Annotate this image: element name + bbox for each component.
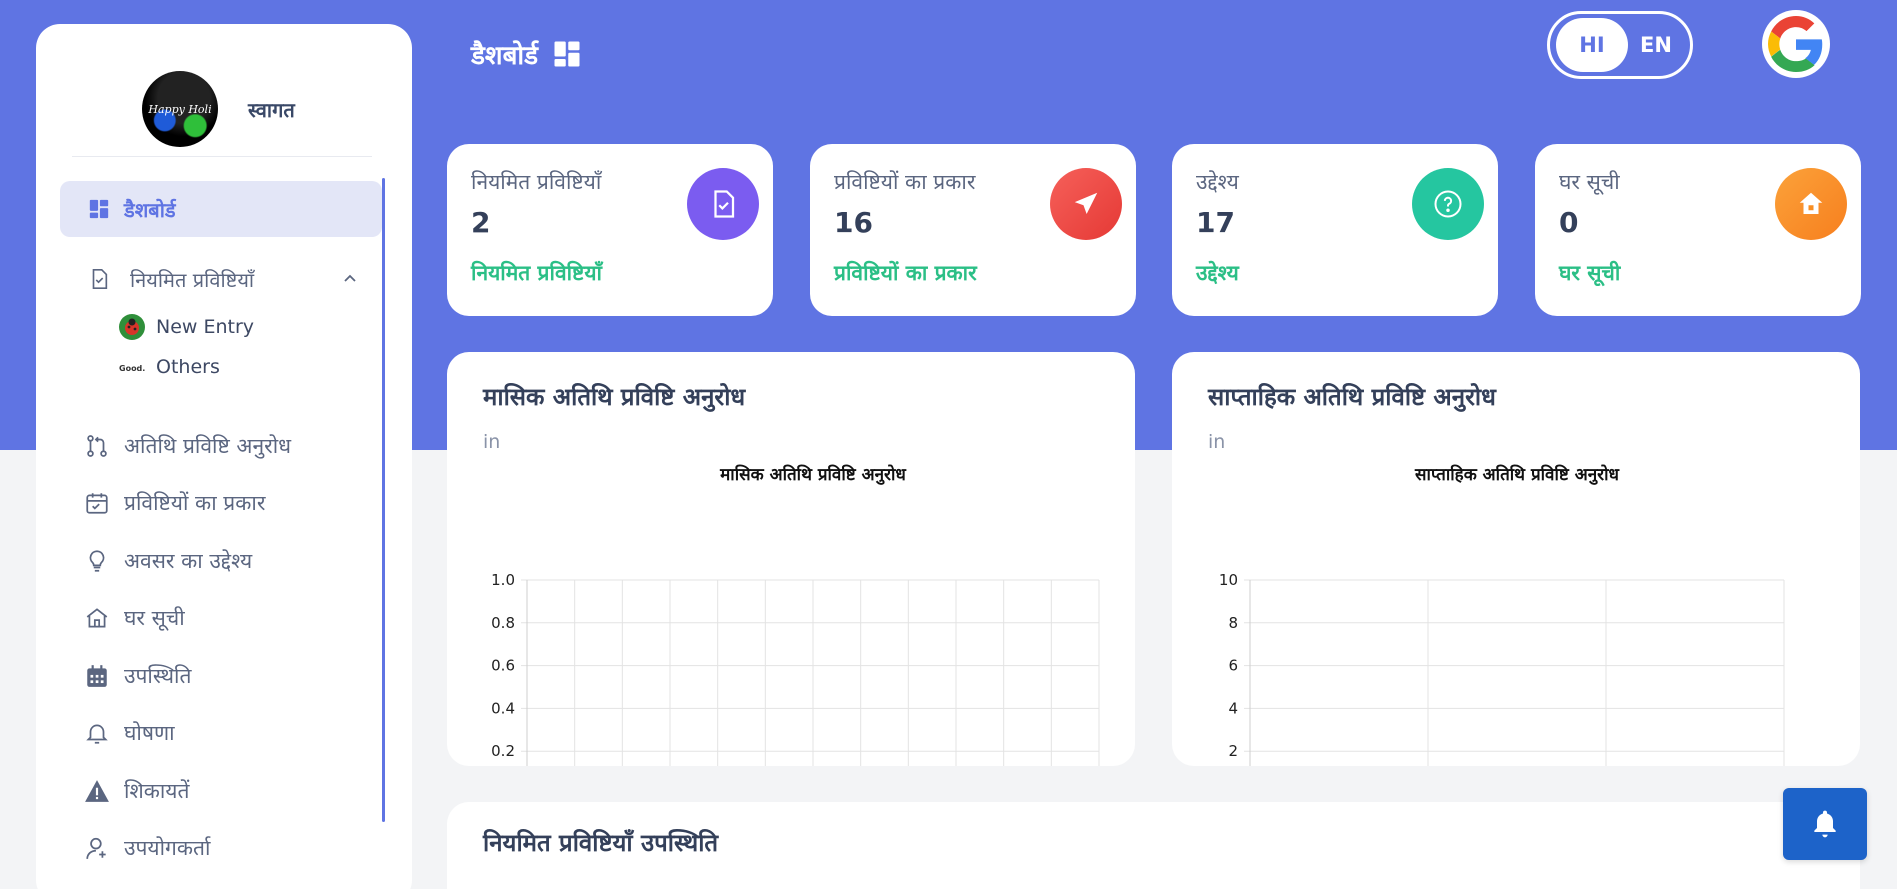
sidebar-item-label: शिकायतें <box>124 778 190 803</box>
sidebar-item-label: घोषणा <box>124 721 175 746</box>
y-tick-label: 0.4 <box>491 699 515 717</box>
monthly-chart-card: मासिक अतिथि प्रविष्टि अनुरोध in मासिक अत… <box>447 352 1135 766</box>
stat-footer-link[interactable]: उद्देश्य <box>1196 259 1474 287</box>
google-icon <box>1768 16 1823 72</box>
monthly-line-chart: मासिक अतिथि प्रविष्टि अनुरोध00.20.40.60.… <box>491 464 1100 766</box>
chevron-up-icon[interactable] <box>342 271 358 287</box>
weekly-chart-card: साप्ताहिक अतिथि प्रविष्टि अनुरोध in साप्… <box>1172 352 1860 766</box>
good-logo-icon: Good. <box>119 364 145 373</box>
profile: Happy Holi स्वागत <box>142 70 412 148</box>
sidebar-item-dashboard[interactable]: डैशबोर्ड <box>60 181 382 237</box>
page-title: डैशबोर्ड <box>471 36 582 72</box>
sidebar-scrollbar[interactable] <box>382 178 385 822</box>
y-tick-label: 4 <box>1228 699 1238 717</box>
avatar-caption: Happy Holi <box>148 102 212 116</box>
sidebar-subitem-new-entry[interactable]: New Entry <box>118 307 412 347</box>
chart-title: मासिक अतिथि प्रविष्टि अनुरोध <box>719 464 907 485</box>
sidebar-item-label: अतिथि प्रविष्टि अनुरोध <box>124 433 292 458</box>
sidebar-item-complaints[interactable]: शिकायतें <box>84 762 412 820</box>
attendance-card: नियमित प्रविष्टियाँ उपस्थिति <box>447 802 1860 889</box>
avatar[interactable]: Happy Holi <box>142 71 218 147</box>
dashboard-icon <box>554 41 580 67</box>
sidebar-item-attendance[interactable]: उपस्थिति <box>84 647 412 705</box>
language-hi-option[interactable]: HI <box>1556 18 1628 72</box>
send-icon <box>1074 192 1098 214</box>
sidebar-item-label: डैशबोर्ड <box>124 197 176 222</box>
stat-card-purposes[interactable]: उद्देश्य 17 उद्देश्य <box>1172 144 1498 316</box>
stat-card-entry-types[interactable]: प्रविष्टियों का प्रकार 16 प्रविष्टियों क… <box>810 144 1136 316</box>
sidebar-item-house-list[interactable]: घर सूची <box>84 590 412 648</box>
y-tick-label: 0.8 <box>491 614 515 632</box>
question-icon <box>1434 190 1462 218</box>
chart-card-subtitle: in <box>1208 431 1226 453</box>
home-icon <box>86 608 108 628</box>
welcome-text: स्वागत <box>248 97 295 122</box>
google-account-button[interactable] <box>1762 10 1830 78</box>
chart-card-heading: मासिक अतिथि प्रविष्टि अनुरोध <box>483 383 746 411</box>
stat-footer-link[interactable]: प्रविष्टियों का प्रकार <box>834 259 1112 287</box>
chart-title: साप्ताहिक अतिथि प्रविष्टि अनुरोध <box>1414 464 1620 485</box>
sidebar-subitem-label: Others <box>156 356 220 378</box>
y-tick-label: 1.0 <box>491 571 515 589</box>
y-tick-label: 2 <box>1228 742 1238 760</box>
lightbulb-icon <box>89 550 105 572</box>
sidebar-item-label: घर सूची <box>124 606 185 631</box>
language-toggle[interactable]: HI EN <box>1547 11 1693 79</box>
y-tick-label: 6 <box>1228 657 1238 675</box>
sub-list: New Entry Good. Others <box>36 307 412 387</box>
stat-footer-link[interactable]: नियमित प्रविष्टियाँ <box>471 259 749 287</box>
sidebar-item-guest-requests[interactable]: अतिथि प्रविष्टि अनुरोध <box>84 417 412 475</box>
document-check-icon <box>92 269 108 289</box>
bell-icon <box>1814 810 1836 838</box>
sidebar-nav: अतिथि प्रविष्टि अनुरोध प्रविष्टियों का प… <box>36 417 412 877</box>
sidebar-item-entry-types[interactable]: प्रविष्टियों का प्रकार <box>84 475 412 533</box>
warning-icon <box>85 779 109 802</box>
sidebar-item-label: प्रविष्टियों का प्रकार <box>124 491 266 516</box>
sidebar-subitem-others[interactable]: Good. Others <box>118 347 412 387</box>
bell-icon <box>86 724 108 744</box>
notification-button[interactable] <box>1783 788 1867 860</box>
chart-card-subtitle: in <box>483 431 501 453</box>
profile-divider <box>72 156 372 157</box>
chart-card-heading: साप्ताहिक अतिथि प्रविष्टि अनुरोध <box>1208 383 1496 411</box>
ladybug-avatar-icon <box>119 314 145 340</box>
calendar-check-icon <box>86 493 108 514</box>
stat-icon-badge <box>1412 168 1484 240</box>
house-icon <box>1799 192 1823 214</box>
stat-card-house-list[interactable]: घर सूची 0 घर सूची <box>1535 144 1861 316</box>
page-title-text: डैशबोर्ड <box>471 41 539 71</box>
sidebar-item-users[interactable]: उपयोगकर्ता <box>84 820 412 878</box>
sidebar-item-label: अवसर का उद्देश्य <box>124 548 253 573</box>
stat-footer-link[interactable]: घर सूची <box>1559 259 1837 287</box>
stat-icon-badge <box>687 168 759 240</box>
language-en-option[interactable]: EN <box>1628 33 1684 57</box>
stat-icon-badge <box>1050 168 1122 240</box>
sidebar: Happy Holi स्वागत डैशबोर्ड नियमित प्रविष… <box>36 24 412 889</box>
document-check-icon <box>714 190 735 218</box>
sidebar-item-announcements[interactable]: घोषणा <box>84 705 412 763</box>
sidebar-group-label: नियमित प्रविष्टियाँ <box>130 267 255 292</box>
y-tick-label: 0.6 <box>491 657 515 675</box>
sidebar-group-regular-entries[interactable]: नियमित प्रविष्टियाँ <box>88 259 382 299</box>
calendar-icon <box>87 664 107 687</box>
y-tick-label: 0.2 <box>491 742 515 760</box>
stat-icon-badge <box>1775 168 1847 240</box>
sidebar-item-occasion-purpose[interactable]: अवसर का उद्देश्य <box>84 532 412 590</box>
y-tick-label: 8 <box>1228 614 1238 632</box>
sidebar-item-label: उपस्थिति <box>124 663 192 688</box>
stat-card-regular-entries[interactable]: नियमित प्रविष्टियाँ 2 नियमित प्रविष्टिया… <box>447 144 773 316</box>
svg-text:Good.: Good. <box>119 364 145 373</box>
sidebar-item-label: उपयोगकर्ता <box>124 836 211 861</box>
user-icon <box>86 838 106 860</box>
y-tick-label: 10 <box>1219 571 1238 589</box>
sidebar-subitem-label: New Entry <box>156 316 255 338</box>
chart-card-heading: नियमित प्रविष्टियाँ उपस्थिति <box>483 829 719 857</box>
dashboard-icon <box>89 199 109 219</box>
weekly-line-chart: साप्ताहिक अतिथि प्रविष्टि अनुरोध02468101… <box>1219 464 1785 766</box>
git-pull-request-icon <box>87 434 107 457</box>
